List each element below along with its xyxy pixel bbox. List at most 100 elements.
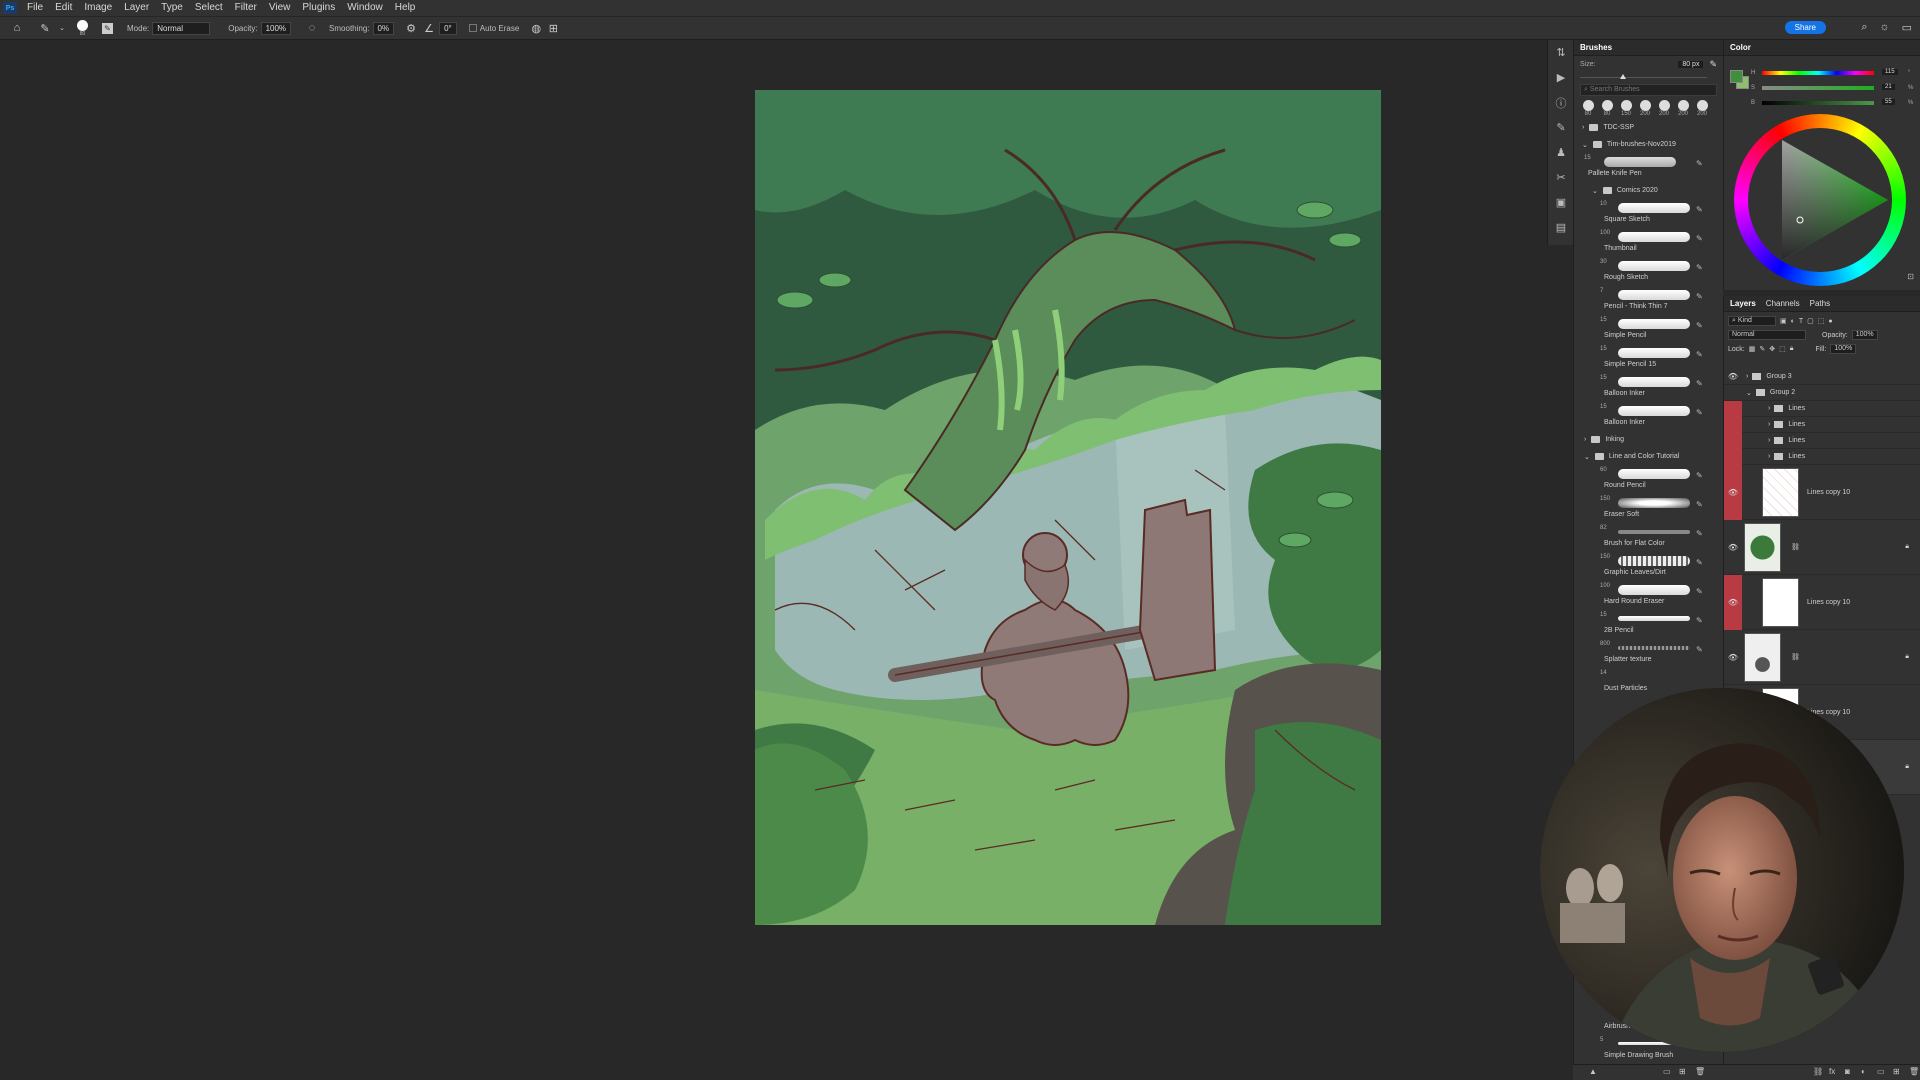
brush-item[interactable]: 7 Pencil - Think Thin 7 ✎ <box>1574 286 1723 315</box>
fill-field[interactable]: 100% <box>1830 344 1857 354</box>
mask-icon[interactable]: ◙ <box>1845 1067 1850 1076</box>
properties-icon[interactable]: ▤ <box>1548 215 1574 240</box>
brush-folder[interactable]: ⌄ Tim-brushes-Nov2019 <box>1574 136 1723 153</box>
edit-brush-icon[interactable]: ✎ <box>1696 159 1703 168</box>
layer-filter-kind[interactable]: ⌕ Kind <box>1728 316 1776 326</box>
tool-presets-icon[interactable]: ✂ <box>1548 165 1574 190</box>
preset-brush[interactable]: 200 <box>1656 100 1672 117</box>
angle-field[interactable]: 0° <box>439 21 457 35</box>
brush-item[interactable]: 15 Simple Pencil 15 ✎ <box>1574 344 1723 373</box>
blend-mode-select[interactable]: Normal <box>1728 330 1806 340</box>
share-button[interactable]: Share <box>1784 21 1826 34</box>
brush-item[interactable]: 30 Rough Sketch ✎ <box>1574 257 1723 286</box>
menu-plugins[interactable]: Plugins <box>296 0 341 16</box>
brightness-slider[interactable] <box>1762 101 1874 105</box>
brush-folder[interactable]: › Inking <box>1574 431 1723 448</box>
tab-color[interactable]: Color <box>1730 43 1751 52</box>
new-brush-icon[interactable]: ⊞ <box>1679 1067 1686 1076</box>
layer-row[interactable]: 👁︎ Lines copy 10 <box>1724 464 1920 520</box>
fx-icon[interactable]: fx <box>1829 1067 1835 1076</box>
edit-brush-icon[interactable]: ✎ <box>1696 645 1703 654</box>
menu-select[interactable]: Select <box>189 0 229 16</box>
edit-brush-icon[interactable]: ✎ <box>1696 558 1703 567</box>
actions-icon[interactable]: ▶ <box>1548 65 1574 90</box>
preset-brush[interactable]: 80 <box>1599 100 1615 117</box>
mode-select[interactable]: Normal <box>152 21 211 35</box>
clone-source-icon[interactable]: ♟ <box>1548 140 1574 165</box>
layer-group-row[interactable]: › Lines <box>1724 416 1920 433</box>
chevron-right-icon[interactable]: › <box>1768 437 1770 444</box>
saturation-value[interactable]: 21 <box>1882 84 1895 90</box>
filter-toggle-icon[interactable]: ● <box>1828 318 1832 325</box>
filter-pixel-icon[interactable]: ▣ <box>1780 317 1787 325</box>
brush-item[interactable]: 10 Square Sketch ✎ <box>1574 199 1723 228</box>
menu-view[interactable]: View <box>263 0 297 16</box>
auto-erase-checkbox[interactable] <box>468 24 477 32</box>
menu-filter[interactable]: Filter <box>229 0 263 16</box>
home-icon[interactable]: ⌂ <box>10 21 24 35</box>
edit-brush-icon[interactable]: ✎ <box>1696 234 1703 243</box>
new-layer-icon[interactable]: ⊞ <box>1893 1067 1900 1076</box>
edit-brush-icon[interactable]: ✎ <box>1696 263 1703 272</box>
lock-transparency-icon[interactable]: ▦ <box>1749 345 1756 353</box>
edit-brush-icon[interactable]: ✎ <box>1696 379 1703 388</box>
menu-help[interactable]: Help <box>389 0 422 16</box>
brush-folder[interactable]: ⌄ Comics 2020 <box>1574 182 1723 199</box>
eye-icon[interactable]: 👁︎ <box>1724 543 1742 552</box>
gear-icon[interactable]: ⚙ <box>404 21 418 35</box>
brush-folder[interactable]: ⌄ Line and Color Tutorial <box>1574 448 1723 465</box>
menu-file[interactable]: File <box>21 0 49 16</box>
hue-slider[interactable] <box>1762 71 1874 75</box>
menu-image[interactable]: Image <box>78 0 118 16</box>
opacity-field[interactable]: 100% <box>260 21 292 35</box>
history-icon[interactable]: ⇅ <box>1548 40 1574 65</box>
link-layers-icon[interactable]: ⛓ <box>1813 1067 1823 1076</box>
edit-brush-icon[interactable]: ✎ <box>1696 616 1703 625</box>
tab-layers[interactable]: Layers <box>1730 299 1756 308</box>
layer-group-row[interactable]: › Lines <box>1724 400 1920 417</box>
edit-brush-icon[interactable]: ✎ <box>1696 205 1703 214</box>
expand-icon[interactable]: ⊡ <box>1907 272 1914 281</box>
filter-type-icon[interactable]: T <box>1799 318 1803 325</box>
layer-group-row[interactable]: 👁︎ › Group 3 <box>1724 369 1920 385</box>
delete-layer-icon[interactable]: 🗑︎ <box>1909 1067 1919 1076</box>
brush-settings-icon[interactable]: ✎ <box>102 22 113 34</box>
tab-channels[interactable]: Channels <box>1766 299 1800 308</box>
chevron-right-icon[interactable]: › <box>1768 405 1770 412</box>
tab-paths[interactable]: Paths <box>1810 299 1830 308</box>
info-icon[interactable]: ⓘ <box>1548 90 1574 115</box>
layer-group-row[interactable]: › Lines <box>1724 448 1920 465</box>
brightness-value[interactable]: 55 <box>1882 99 1895 105</box>
layer-group-row[interactable]: › Lines <box>1724 432 1920 449</box>
libraries-icon[interactable]: ▣ <box>1548 190 1574 215</box>
menu-edit[interactable]: Edit <box>49 0 78 16</box>
eye-icon[interactable]: 👁︎ <box>1724 372 1742 381</box>
brush-item[interactable]: 150 Graphic Leaves/Dirt ✎ <box>1574 552 1723 581</box>
smoothing-field[interactable]: 0% <box>372 21 395 35</box>
workspace-icon[interactable]: ▭ <box>1902 21 1912 34</box>
edit-brush-icon[interactable]: ✎ <box>1696 321 1703 330</box>
eye-icon[interactable] <box>1724 448 1742 465</box>
document-canvas[interactable] <box>755 90 1381 925</box>
layer-opacity-field[interactable]: 100% <box>1851 330 1878 340</box>
brush-preview-icon[interactable] <box>77 19 88 31</box>
brush-item[interactable]: 15 2B Pencil ✎ <box>1574 610 1723 639</box>
pencil-tool-icon[interactable]: ✎ <box>38 21 52 35</box>
eye-icon[interactable] <box>1724 416 1742 433</box>
lock-position-icon[interactable]: ✥ <box>1769 345 1775 353</box>
preset-brush[interactable]: 150 <box>1618 100 1634 117</box>
eye-icon[interactable] <box>1724 432 1742 449</box>
edit-brush-icon[interactable]: ✎ <box>1696 292 1703 301</box>
brush-item[interactable]: 15 Simple Pencil ✎ <box>1574 315 1723 344</box>
layer-group-row[interactable]: ⌄ Group 2 <box>1724 385 1920 401</box>
pressure-opacity-icon[interactable]: ◌ <box>305 21 319 35</box>
layer-row[interactable]: 👁︎ ⛓ 🔒︎ <box>1724 520 1920 575</box>
preset-brush[interactable]: 80 <box>1580 100 1596 117</box>
saturation-slider[interactable] <box>1762 86 1874 90</box>
chevron-right-icon[interactable]: › <box>1768 421 1770 428</box>
brush-item[interactable]: 82 Brush for Flat Color ✎ <box>1574 523 1723 552</box>
menu-type[interactable]: Type <box>155 0 189 16</box>
menu-layer[interactable]: Layer <box>118 0 155 16</box>
preset-brush[interactable]: 200 <box>1675 100 1691 117</box>
layer-row[interactable]: 👁︎ ⛓ 🔒︎ <box>1724 630 1920 685</box>
